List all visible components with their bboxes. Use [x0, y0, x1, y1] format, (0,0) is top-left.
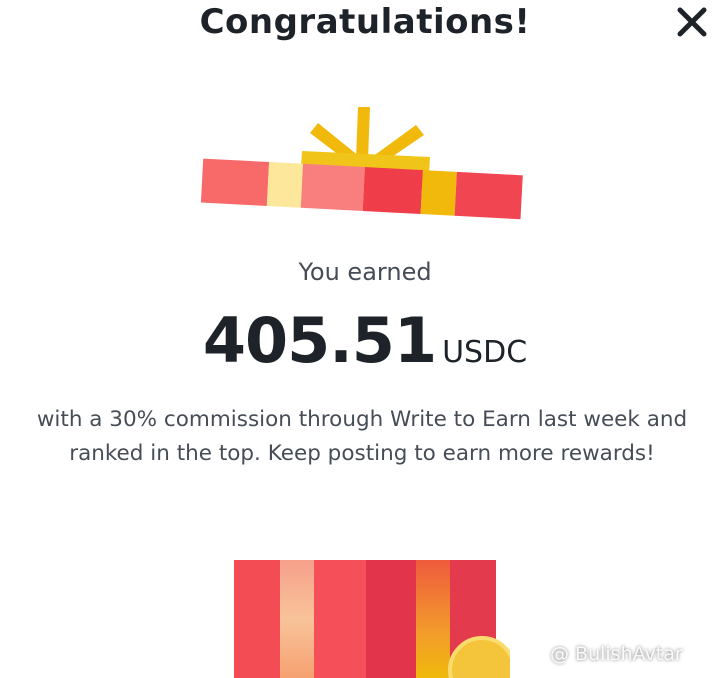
reward-amount: 405.51 USDC — [0, 304, 720, 377]
reward-description: with a 30% commission through Write to E… — [36, 407, 688, 466]
currency-label: USDC — [442, 335, 528, 370]
gift-lid-illustration — [200, 107, 523, 220]
binance-logo-icon — [520, 642, 544, 666]
amount-value: 405.51 — [202, 304, 437, 377]
watermark: @ BulishAvtar — [520, 640, 683, 668]
watermark-text: @ BulishAvtar — [550, 643, 683, 665]
modal-title: Congratulations! — [199, 2, 531, 42]
earned-label: You earned — [298, 258, 432, 286]
gift-box-illustration — [234, 560, 510, 678]
close-button[interactable] — [672, 2, 712, 42]
close-icon — [677, 7, 707, 37]
